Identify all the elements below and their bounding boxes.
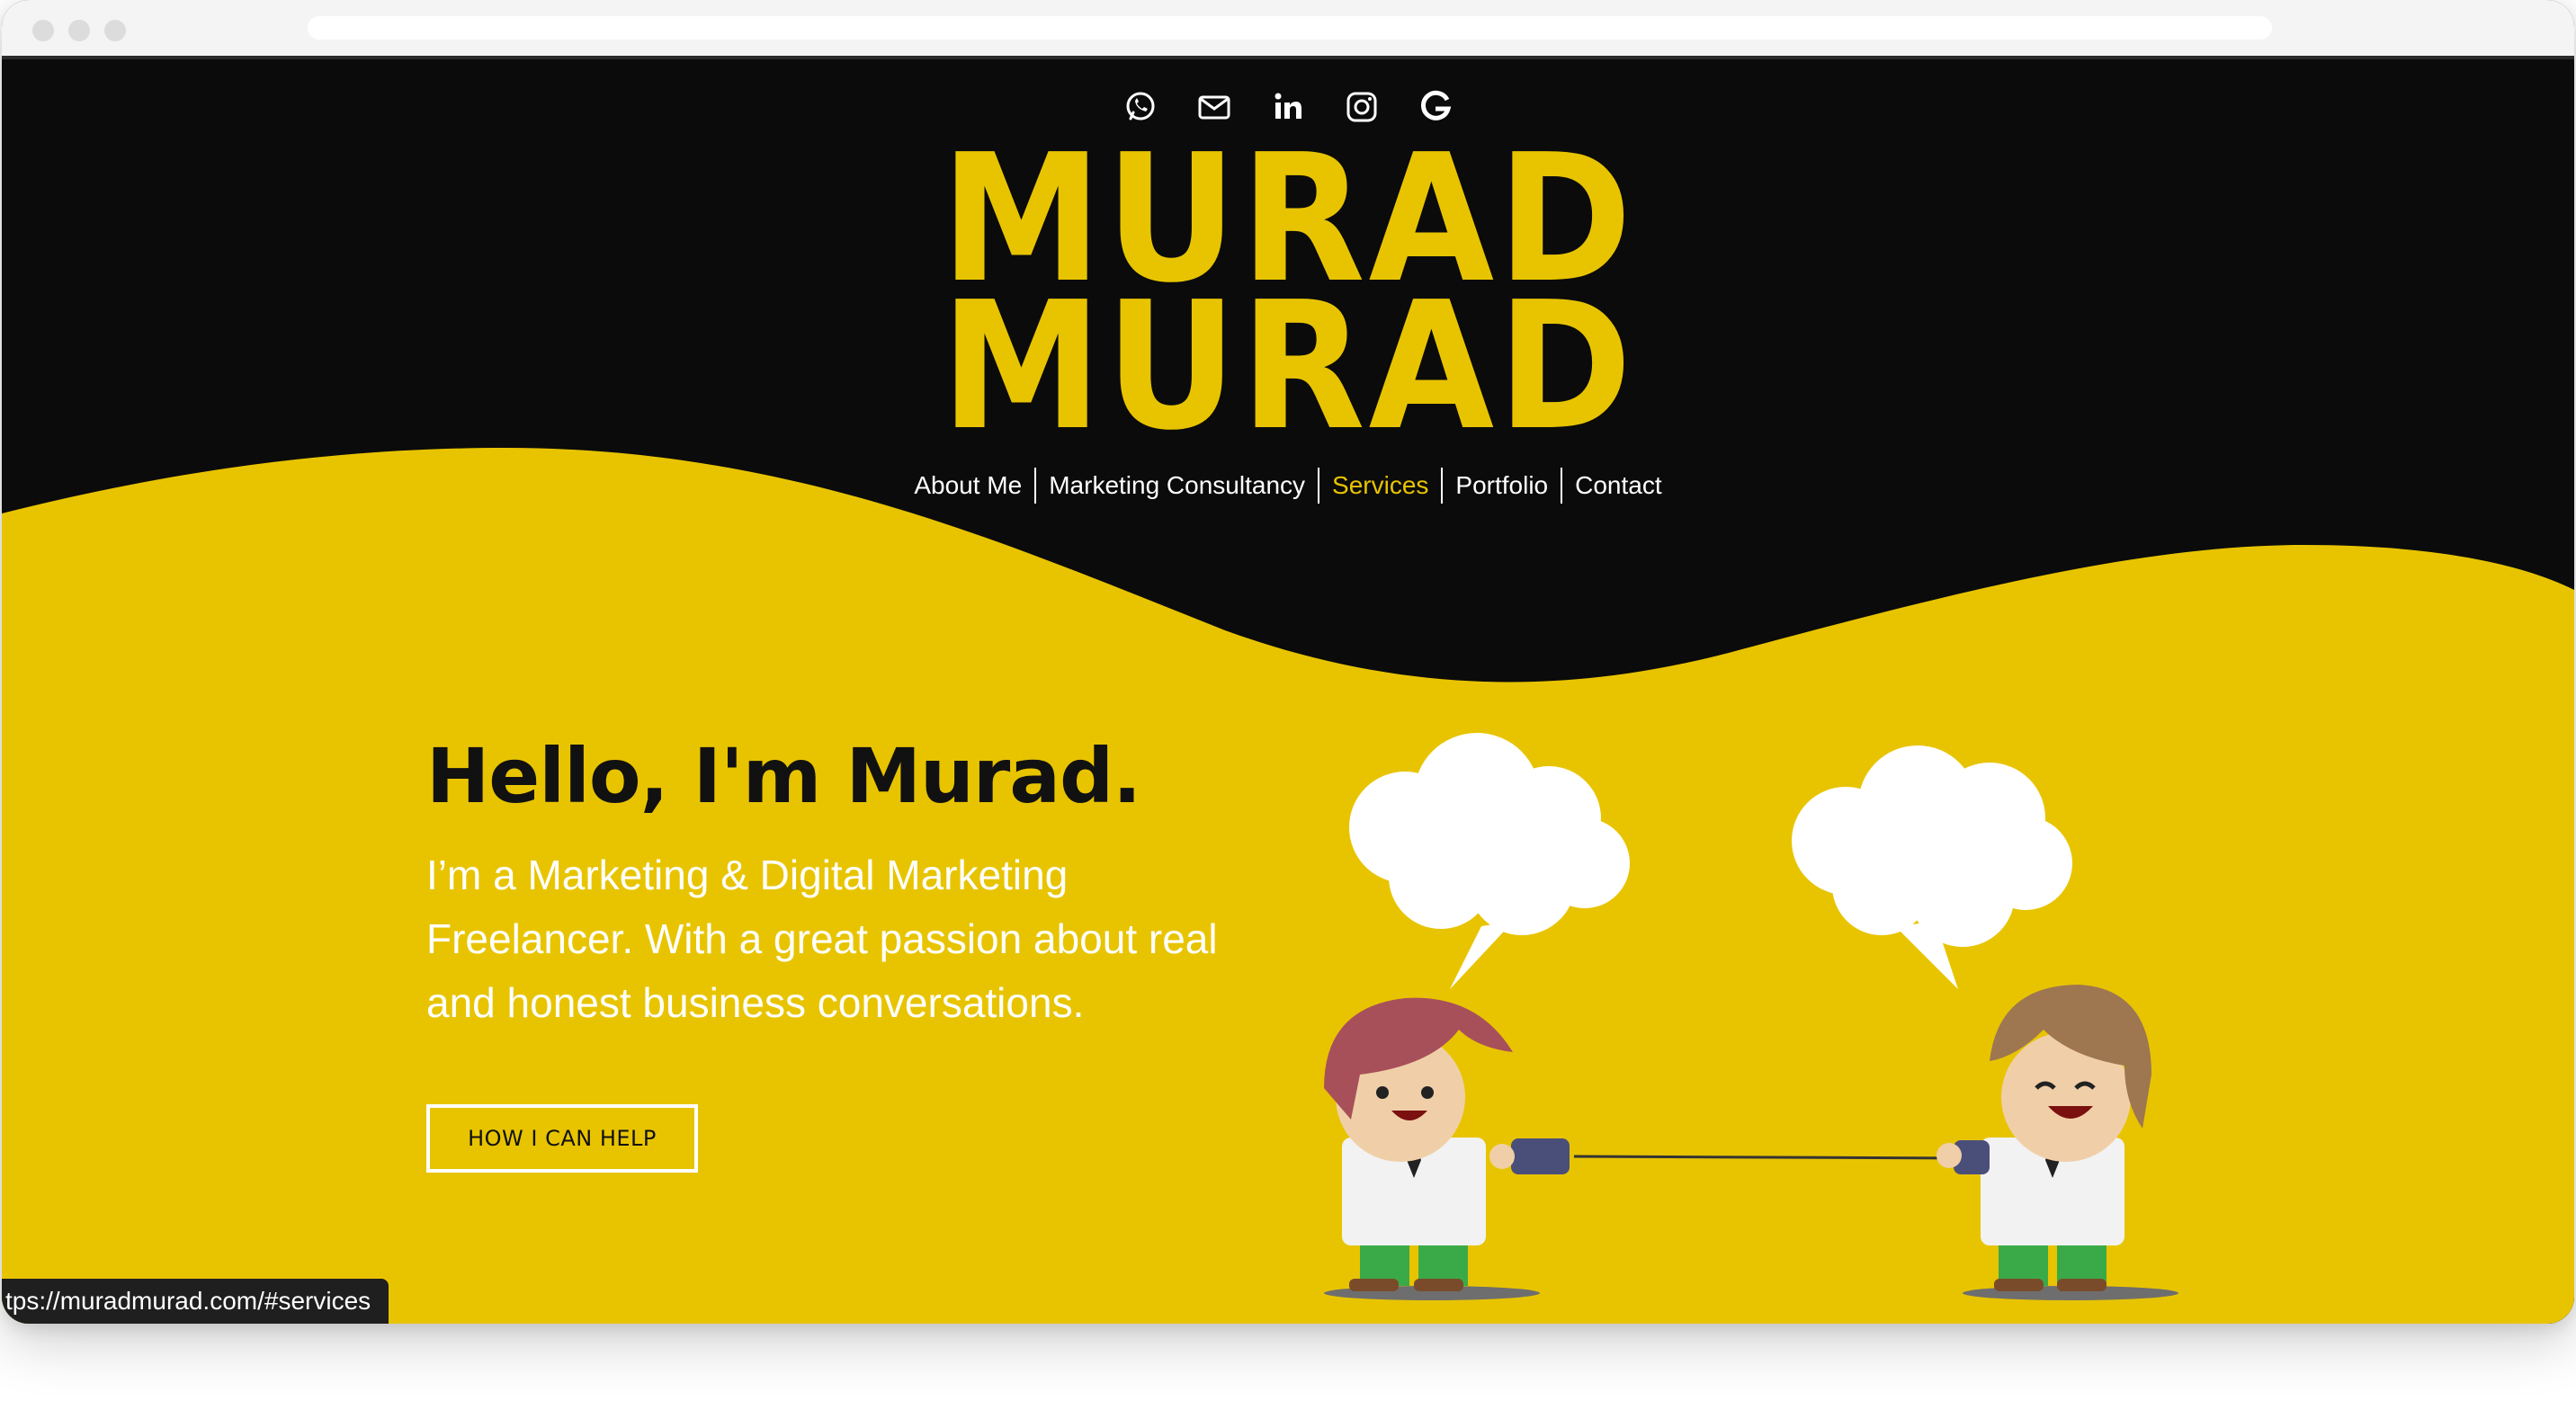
browser-window: MURAD MURAD About Me Marketing Consultan… bbox=[2, 0, 2574, 1324]
tin-can-string bbox=[1573, 1155, 1963, 1160]
nav-marketing-consultancy[interactable]: Marketing Consultancy bbox=[1034, 468, 1318, 504]
speech-bubble-right bbox=[1792, 745, 2072, 989]
main-navigation: About Me Marketing Consultancy Services … bbox=[2, 468, 2574, 504]
site-logo[interactable]: MURAD MURAD bbox=[104, 131, 2471, 469]
how-i-can-help-button[interactable]: HOW I CAN HELP bbox=[426, 1104, 698, 1173]
close-window-button[interactable] bbox=[32, 20, 54, 41]
hero-title: Hello, I'm Murad. bbox=[426, 732, 1141, 820]
right-character bbox=[1936, 985, 2178, 1300]
left-character bbox=[1324, 997, 1570, 1300]
maximize-window-button[interactable] bbox=[104, 20, 126, 41]
minimize-window-button[interactable] bbox=[68, 20, 90, 41]
address-bar[interactable] bbox=[308, 16, 2272, 40]
nav-portfolio[interactable]: Portfolio bbox=[1441, 468, 1561, 504]
browser-titlebar bbox=[2, 0, 2574, 59]
status-bar-url: tps://muradmurad.com/#services bbox=[2, 1279, 389, 1324]
speech-bubble-left bbox=[1349, 733, 1630, 989]
web-page: MURAD MURAD About Me Marketing Consultan… bbox=[2, 59, 2574, 1324]
nav-about-me[interactable]: About Me bbox=[901, 468, 1034, 504]
nav-contact[interactable]: Contact bbox=[1561, 468, 1675, 504]
nav-services[interactable]: Services bbox=[1318, 468, 1441, 504]
hero-description: I’m a Marketing & Digital Marketing Free… bbox=[426, 852, 1218, 1026]
tin-can-phone-illustration bbox=[1324, 733, 2178, 1300]
logo-line-2: MURAD bbox=[940, 264, 1636, 469]
